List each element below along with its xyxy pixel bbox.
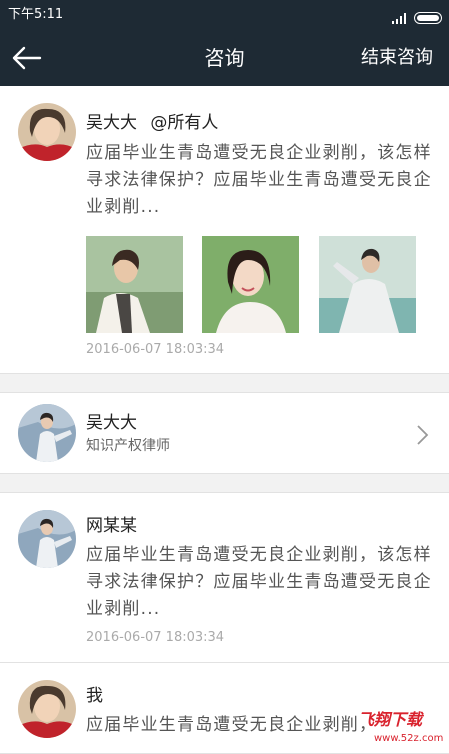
- chevron-right-icon: [417, 425, 429, 445]
- back-button[interactable]: [8, 40, 48, 76]
- lawyer-card[interactable]: 吴大大 知识产权律师: [0, 392, 449, 474]
- mention-tag: @所有人: [150, 113, 219, 133]
- lawyer-title: 知识产权律师: [86, 438, 170, 454]
- watermark-url: www.52z.com: [374, 733, 444, 744]
- avatar[interactable]: [18, 103, 76, 161]
- nav-bar: 咨询 结束咨询: [0, 30, 449, 86]
- avatar[interactable]: [18, 680, 76, 738]
- photo-thumbnail[interactable]: [86, 236, 183, 333]
- question-author-line: 吴大大 @所有人: [86, 112, 218, 134]
- back-arrow-icon: [12, 46, 42, 70]
- message-card: 网某某 应届毕业生青岛遭受无良企业剥削，该怎样寻求法律保护？应届毕业生青岛遭受无…: [0, 492, 449, 663]
- message-text: 应届毕业生青岛遭受无良企业剥削，该怎样寻求法律保护？应届毕业生青岛遭受无良企业剥…: [86, 545, 432, 619]
- photo-thumbnail[interactable]: [202, 236, 299, 333]
- avatar: [18, 404, 76, 462]
- message-author[interactable]: 网某某: [86, 515, 137, 537]
- author-name[interactable]: 吴大大: [86, 113, 137, 133]
- battery-icon: [414, 12, 442, 24]
- question-text: 应届毕业生青岛遭受无良企业剥削，该怎样寻求法律保护？应届毕业生青岛遭受无良企业剥…: [86, 143, 432, 217]
- watermark-logo: 飞翔下载 www.52z.com: [358, 710, 444, 750]
- message-author[interactable]: 我: [86, 685, 103, 707]
- question-time: 2016-06-07 18:03:34: [86, 342, 225, 357]
- avatar[interactable]: [18, 510, 76, 568]
- message-time: 2016-06-07 18:03:34: [86, 630, 225, 645]
- photo-thumbnail[interactable]: [319, 236, 416, 333]
- end-consultation-button[interactable]: 结束咨询: [361, 47, 433, 69]
- lawyer-name: 吴大大: [86, 413, 137, 433]
- status-bar: 下午5:11: [0, 0, 449, 30]
- question-card: 吴大大 @所有人 应届毕业生青岛遭受无良企业剥削，该怎样寻求法律保护？应届毕业生…: [0, 86, 449, 374]
- watermark-brand: 飞翔下载: [358, 710, 423, 729]
- status-time: 下午5:11: [8, 7, 64, 22]
- signal-icon: [392, 12, 408, 24]
